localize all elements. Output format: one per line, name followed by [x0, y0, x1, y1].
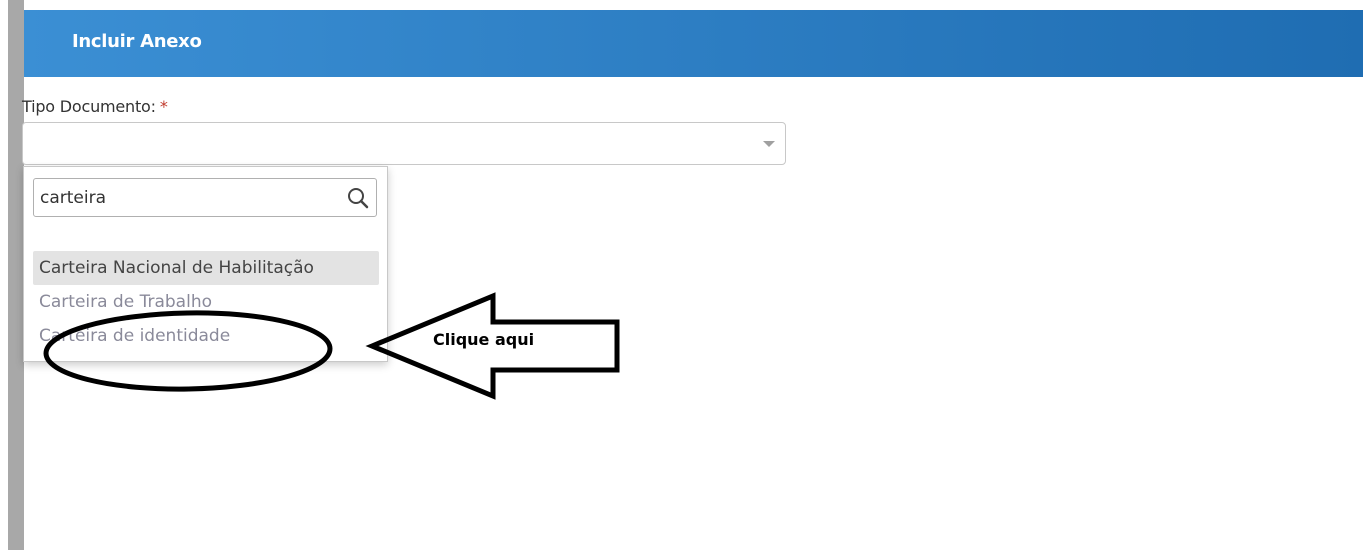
tipo-documento-dropdown: Carteira Nacional de Habilitação Carteir… — [23, 166, 388, 362]
dropdown-search-input[interactable] — [40, 185, 330, 210]
page-margin — [0, 0, 8, 550]
dropdown-option-carteira-trabalho[interactable]: Carteira de Trabalho — [33, 285, 379, 319]
dropdown-option-carteira-nacional-habilitacao[interactable]: Carteira Nacional de Habilitação — [33, 251, 379, 285]
dropdown-search-box[interactable] — [33, 178, 377, 217]
required-marker: * — [159, 97, 168, 116]
chevron-down-icon[interactable] — [763, 141, 775, 147]
tipo-documento-select[interactable] — [22, 122, 786, 165]
modal-title: Incluir Anexo — [72, 31, 202, 52]
annotation-label: Clique aqui — [433, 330, 535, 349]
tipo-documento-label: Tipo Documento: * — [22, 97, 168, 116]
search-icon[interactable] — [346, 186, 370, 210]
background-overlay-strip — [8, 0, 24, 550]
modal-header: Incluir Anexo — [24, 10, 1363, 77]
tipo-documento-label-text: Tipo Documento: — [22, 97, 156, 116]
dropdown-option-carteira-identidade[interactable]: Carteira de identidade — [33, 319, 379, 353]
